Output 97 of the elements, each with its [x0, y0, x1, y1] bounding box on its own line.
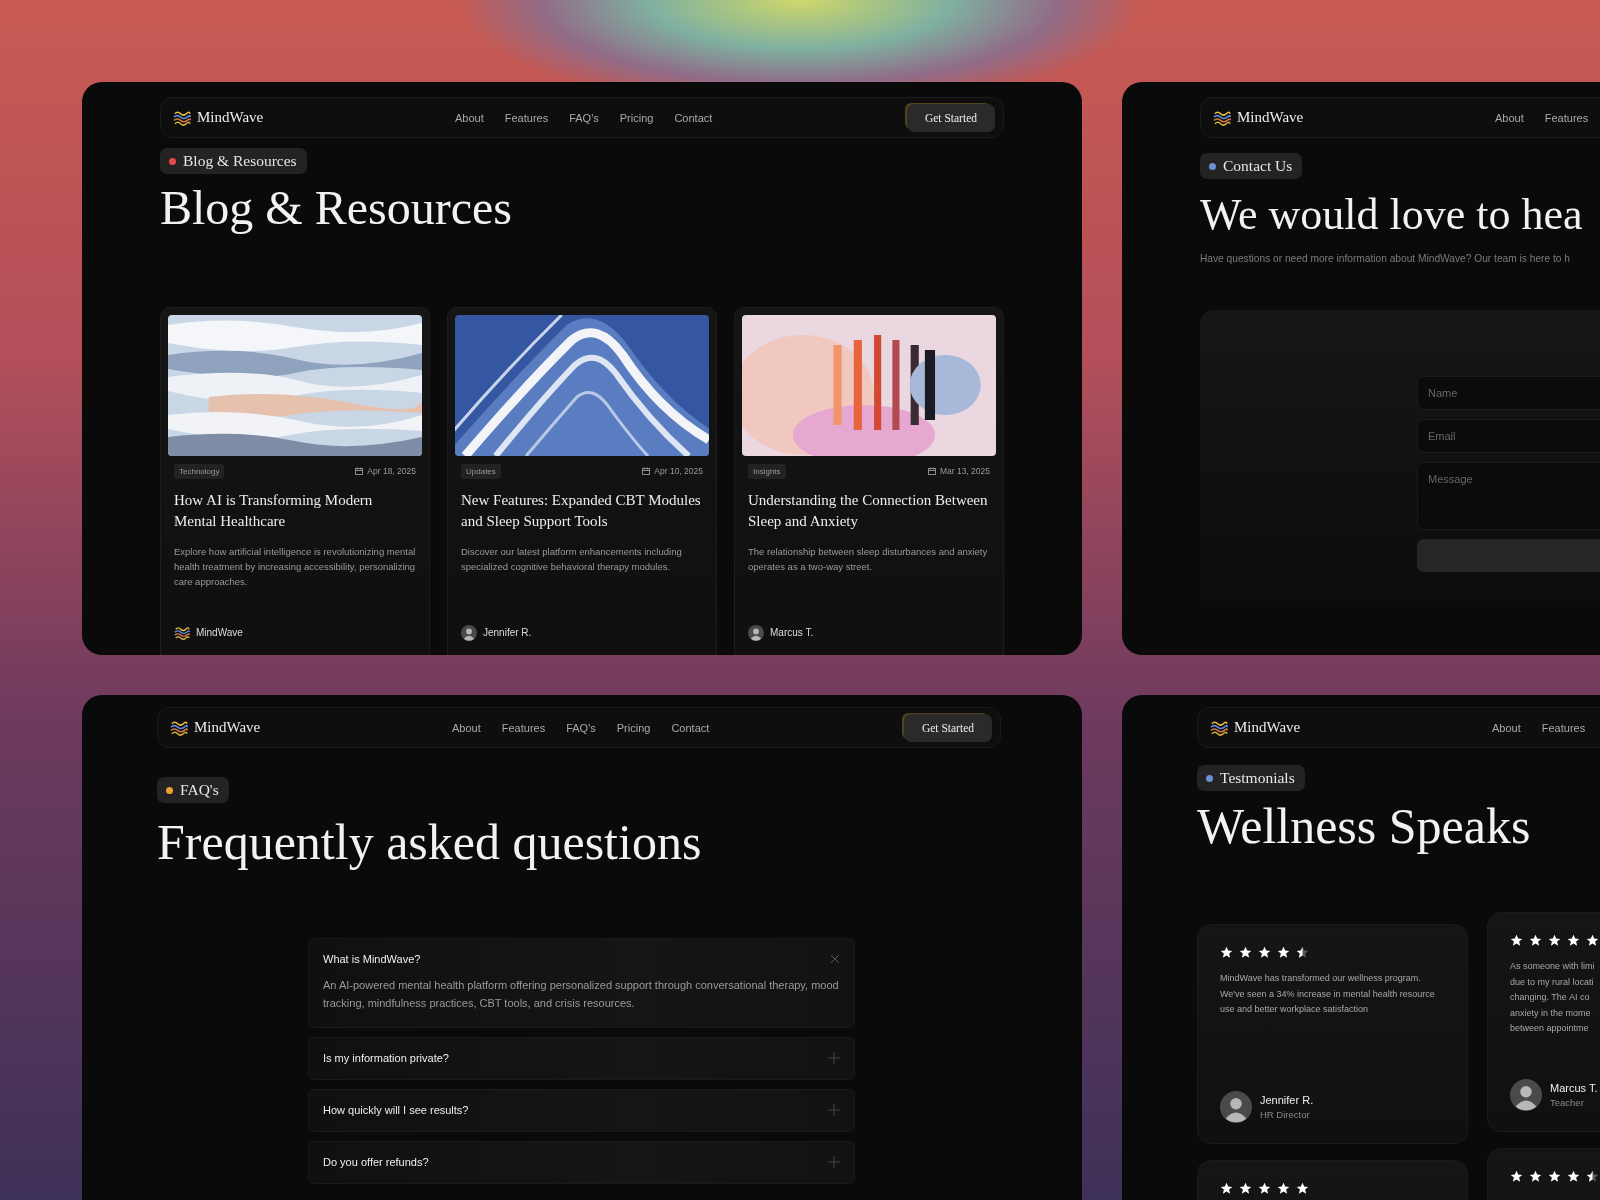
- star-icon: [1277, 946, 1290, 959]
- reviewer-role: Teacher: [1550, 1097, 1585, 1108]
- star-icon: [1586, 934, 1599, 947]
- faq-item[interactable]: Is my information private?: [308, 1037, 855, 1080]
- faq-question: Do you offer refunds?: [323, 1156, 429, 1168]
- testimonial-quote: As someone with limi due to my rural locati changing. The AI co anxiety in the mome between appointme: [1510, 960, 1596, 1035]
- input-field[interactable]: Email: [1417, 419, 1600, 454]
- reviewer-name: Jennifer R.: [1260, 1094, 1314, 1106]
- blog-card[interactable]: Updates Apr 10, 2025 New Features: Expanded CBT Modules and Sleep Support Tools Discover our latest platform enhancements including specialized cognitive behavioral therapy modules. Jennifer R.: [447, 306, 717, 655]
- get-started-button[interactable]: Get Started: [906, 103, 995, 132]
- post-excerpt: The relationship between sleep disturbances and anxiety operates as a two-way street.: [747, 544, 989, 574]
- star-icon: [1258, 1182, 1271, 1195]
- star-icon: [1510, 1170, 1523, 1183]
- nav-link[interactable]: Features: [504, 111, 549, 124]
- get-started-button[interactable]: Get Started: [903, 713, 992, 742]
- star-icon: [1548, 1170, 1561, 1183]
- category-tag: Insights: [748, 463, 786, 479]
- star-icon: [1529, 934, 1542, 947]
- star-icon: [1567, 934, 1580, 947]
- logo-icon: [174, 624, 190, 641]
- nav-link[interactable]: Features: [1544, 111, 1589, 124]
- message-field[interactable]: Message: [1417, 462, 1600, 531]
- star-icon: [1277, 1182, 1290, 1195]
- badge-label: Testmonials: [1220, 769, 1295, 787]
- faq-question: How quickly will I see results?: [323, 1104, 469, 1116]
- nav-link[interactable]: FAQ's: [569, 111, 599, 124]
- badge-label: Contact Us: [1223, 157, 1293, 175]
- badge-label: Blog & Resources: [183, 152, 297, 170]
- brand-name[interactable]: MindWave: [1237, 109, 1304, 126]
- nav-link[interactable]: About: [452, 721, 481, 734]
- faq-item[interactable]: What is MindWave? An AI-powered mental health platform offering personalized support through conversational therapy, mood tracking, mindfulness practices, CBT tools, and crisis resources.: [308, 938, 855, 1028]
- star-icon: [1239, 946, 1252, 959]
- avatar-icon: [461, 624, 477, 641]
- star-icon: [1567, 1170, 1580, 1183]
- calendar-icon: [642, 467, 651, 476]
- blog-card[interactable]: [160, 306, 430, 655]
- nav-link[interactable]: Features: [1541, 721, 1586, 734]
- half-star-icon: [1296, 946, 1309, 959]
- post-title: New Features: Expanded CBT Modules and Sleep Support Tools: [460, 490, 702, 531]
- nav-link[interactable]: About: [1495, 111, 1524, 124]
- page-heading: Wellness Speaks: [1197, 799, 1532, 854]
- page-heading: Frequently asked questions: [157, 815, 703, 870]
- nav-link[interactable]: Pricing: [619, 111, 654, 124]
- author-name: Marcus T.: [770, 627, 814, 639]
- faq-item[interactable]: Do you offer refunds?: [308, 1141, 855, 1184]
- star-icon: [1296, 1182, 1309, 1195]
- post-excerpt: Explore how artificial intelligence is revolutionizing mental health treatment by increasing accessibility, personalizing care approaches.: [173, 544, 417, 589]
- plus-icon: [828, 1104, 840, 1116]
- faq-question: Is my information private?: [323, 1052, 449, 1064]
- badge-label: FAQ's: [180, 781, 219, 799]
- avatar-icon: [1510, 1079, 1542, 1111]
- star-icon: [1220, 946, 1233, 959]
- star-icon: [1239, 1182, 1252, 1195]
- nav-link[interactable]: Features: [501, 721, 546, 734]
- half-star-icon: [1586, 1170, 1599, 1183]
- page-heading: We would love to hea: [1200, 191, 1584, 240]
- testimonial-quote: MindWave has transformed our wellness program. We've seen a 34% increase in mental health resource use and better workplace satisfaction: [1220, 972, 1436, 1016]
- close-icon: [830, 954, 840, 964]
- nav-link[interactable]: FAQ's: [566, 721, 596, 734]
- page-heading: Blog & Resources: [160, 182, 513, 235]
- nav-link[interactable]: Pricing: [616, 721, 651, 734]
- contact-subtitle: Have questions or need more information about MindWave? Our team is here to h: [1200, 253, 1571, 265]
- brand-name[interactable]: MindWave: [194, 719, 261, 736]
- reviewer-name: Marcus T.: [1550, 1082, 1598, 1094]
- star-icon: [1510, 934, 1523, 947]
- faq-answer: An AI-powered mental health platform offering personalized support through conversational therapy, mood tracking, mindfulness practices, CBT tools, and crisis resources.: [323, 978, 840, 1011]
- input-field[interactable]: Name: [1417, 376, 1600, 411]
- brand-name[interactable]: MindWave: [197, 109, 264, 126]
- author-name: MindWave: [196, 627, 243, 639]
- star-icon: [1258, 946, 1271, 959]
- star-icon: [1529, 1170, 1542, 1183]
- calendar-icon: [355, 467, 364, 476]
- category-tag: Technology: [174, 463, 225, 479]
- star-icon: [1220, 1182, 1233, 1195]
- faq-question: What is MindWave?: [323, 953, 421, 965]
- post-date: Mar 13, 2025: [939, 466, 990, 477]
- star-icon: [1548, 934, 1561, 947]
- post-title: How AI is Transforming Modern Mental Healthcare: [173, 490, 374, 531]
- brand-name[interactable]: MindWave: [1234, 719, 1301, 736]
- post-date: Apr 18, 2025: [367, 466, 416, 477]
- nav-link[interactable]: Contact: [671, 721, 710, 734]
- reviewer-role: HR Director: [1260, 1109, 1311, 1120]
- faq-item[interactable]: How quickly will I see results?: [308, 1089, 855, 1132]
- nav-link[interactable]: About: [455, 111, 484, 124]
- category-tag: Updates: [461, 463, 501, 479]
- post-title: Understanding the Connection Between Sleep and Anxiety: [747, 490, 989, 531]
- plus-icon: [828, 1052, 840, 1064]
- avatar-icon: [1220, 1091, 1252, 1123]
- avatar-icon: [748, 624, 764, 641]
- nav-link[interactable]: Contact: [674, 111, 713, 124]
- nav-link[interactable]: About: [1492, 721, 1521, 734]
- calendar-icon: [927, 467, 936, 476]
- blog-card[interactable]: Insights Mar 13, 2025 Understanding the Connection Between Sleep and Anxiety The relationship between sleep disturbances and anxiety operates as a two-way street. Marcus T.: [734, 306, 1004, 655]
- author-name: Jennifer R.: [483, 627, 532, 639]
- post-excerpt: Discover our latest platform enhancements including specialized cognitive behavioral therapy modules.: [460, 544, 683, 574]
- post-date: Apr 10, 2025: [654, 466, 703, 477]
- plus-icon: [828, 1156, 840, 1168]
